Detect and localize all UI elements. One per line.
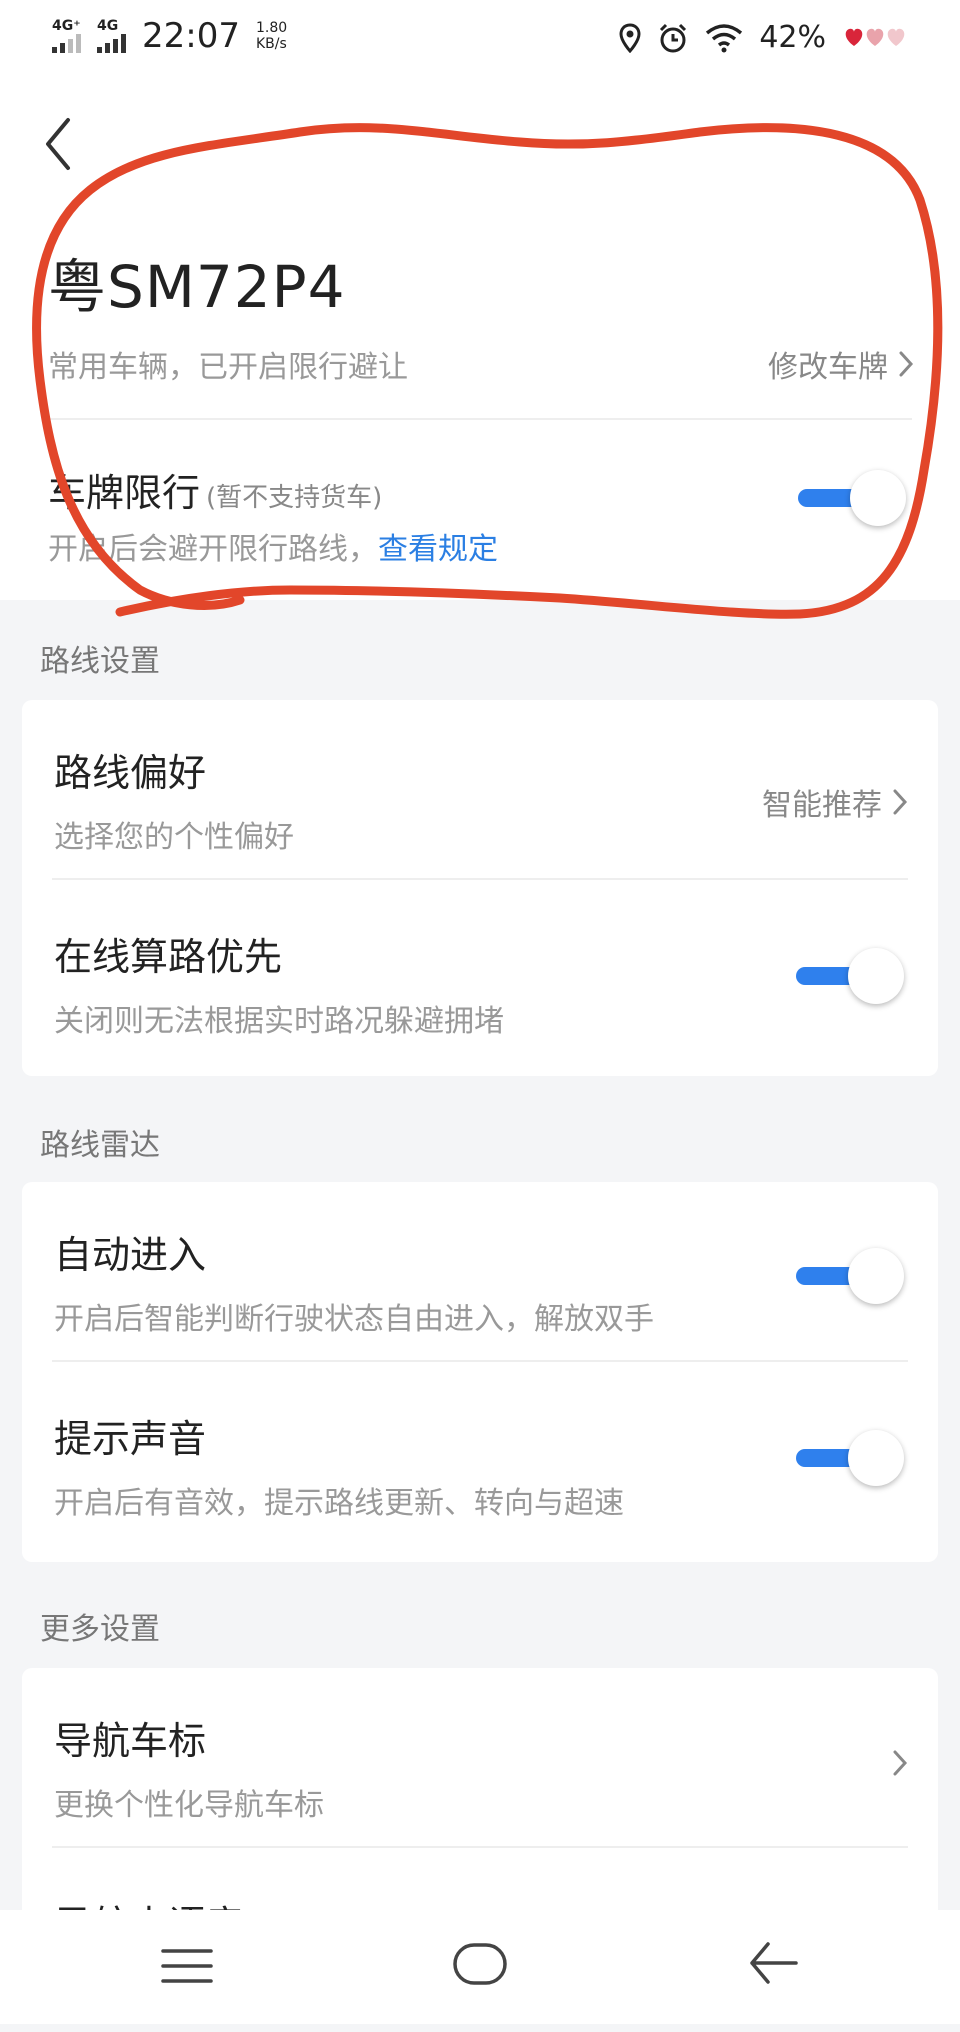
signal-2-icon: 4G <box>97 19 126 53</box>
section-route-settings: 路线设置 <box>40 644 160 679</box>
row-subtitle: 开启后智能判断行驶状态自由进入，解放双手 <box>54 1302 654 1337</box>
row-title: 导航车标 <box>54 1719 207 1763</box>
back-arrow-icon[interactable] <box>38 114 82 174</box>
row-subtitle: 更换个性化导航车标 <box>54 1788 324 1823</box>
status-bar: 4G⁺ 4G 22:07 1.80 KB/s 42% <box>0 0 960 76</box>
edit-plate-button[interactable]: 修改车牌 <box>768 342 914 386</box>
plate-restriction-title: 车牌限行 (暂不支持货车) <box>48 462 382 517</box>
alarm-icon <box>660 23 687 52</box>
home-icon[interactable] <box>452 1942 508 1986</box>
view-rules-link[interactable]: 查看规定 <box>378 532 498 567</box>
status-time: 22:07 <box>142 16 240 56</box>
divider <box>52 878 908 880</box>
restriction-title-text: 车牌限行 <box>48 471 201 515</box>
wifi-icon <box>706 23 743 52</box>
chevron-right-icon <box>893 789 908 815</box>
divider <box>52 1846 908 1848</box>
route-radar-card: 自动进入 开启后智能判断行驶状态自由进入，解放双手 提示声音 开启后有音效，提示… <box>22 1182 938 1562</box>
online-route-toggle[interactable] <box>796 946 906 1006</box>
toggle-knob <box>848 1430 904 1486</box>
network-speed: 1.80 KB/s <box>256 20 287 52</box>
location-icon <box>619 22 641 53</box>
restriction-description: 开启后会避开限行路线，查看规定 <box>48 524 498 568</box>
divider <box>52 1360 908 1362</box>
status-right: 42% <box>619 20 908 55</box>
toggle-knob <box>848 1248 904 1304</box>
speed-unit: KB/s <box>255 36 287 52</box>
status-left: 4G⁺ 4G 22:07 1.80 KB/s <box>52 16 287 56</box>
row-subtitle: 选择您的个性偏好 <box>54 820 294 855</box>
restriction-desc-text: 开启后会避开限行路线， <box>48 532 378 567</box>
route-preference-value: 智能推荐 <box>762 780 908 824</box>
chevron-right-icon <box>899 351 914 377</box>
row-title: 提示声音 <box>54 1417 207 1461</box>
menu-icon[interactable] <box>160 1946 214 1986</box>
prompt-sound-toggle[interactable] <box>796 1428 906 1488</box>
toggle-knob <box>848 948 904 1004</box>
row-value: 智能推荐 <box>762 788 882 823</box>
restriction-note: (暂不支持货车) <box>206 483 383 513</box>
nav-car-icon-row[interactable]: 导航车标 更换个性化导航车标 <box>22 1668 938 1848</box>
route-preference-row[interactable]: 路线偏好 选择您的个性偏好 智能推荐 <box>22 700 938 880</box>
speed-value: 1.80 <box>255 20 288 36</box>
battery-icon <box>845 28 905 46</box>
divider <box>48 418 912 420</box>
row-title: 自动进入 <box>54 1233 207 1277</box>
online-route-row: 在线算路优先 关闭则无法根据实时路况躲避拥堵 <box>22 884 938 1064</box>
row-subtitle: 关闭则无法根据实时路况躲避拥堵 <box>54 1004 504 1039</box>
edit-plate-label: 修改车牌 <box>768 350 888 385</box>
row-chevron <box>892 1748 908 1778</box>
back-icon[interactable] <box>748 1940 800 1986</box>
section-more-settings: 更多设置 <box>40 1612 160 1647</box>
row-title: 路线偏好 <box>54 751 207 795</box>
signal-1-icon: 4G⁺ <box>52 19 81 53</box>
auto-enter-row: 自动进入 开启后智能判断行驶状态自由进入，解放双手 <box>22 1182 938 1362</box>
row-title: 在线算路优先 <box>54 935 283 979</box>
route-settings-card: 路线偏好 选择您的个性偏好 智能推荐 在线算路优先 关闭则无法根据实时路况躲避拥… <box>22 700 938 1076</box>
vehicle-subtitle: 常用车辆，已开启限行避让 <box>48 350 408 385</box>
chevron-right-icon <box>893 1750 908 1776</box>
auto-enter-toggle[interactable] <box>796 1246 906 1306</box>
vehicle-header: 粤SM72P4 常用车辆，已开启限行避让 修改车牌 车牌限行 (暂不支持货车) 开… <box>0 76 960 600</box>
plate-restriction-toggle[interactable] <box>798 468 908 528</box>
toggle-knob <box>850 470 906 526</box>
system-nav-bar <box>0 1910 960 2024</box>
network-type-1: 4G⁺ <box>52 18 81 34</box>
section-route-radar: 路线雷达 <box>40 1128 160 1163</box>
network-type-2: 4G <box>97 18 119 34</box>
row-subtitle: 开启后有音效，提示路线更新、转向与超速 <box>54 1486 624 1521</box>
prompt-sound-row: 提示声音 开启后有音效，提示路线更新、转向与超速 <box>22 1366 938 1546</box>
license-plate: 粤SM72P4 <box>48 253 346 321</box>
battery-percent: 42% <box>759 20 826 55</box>
